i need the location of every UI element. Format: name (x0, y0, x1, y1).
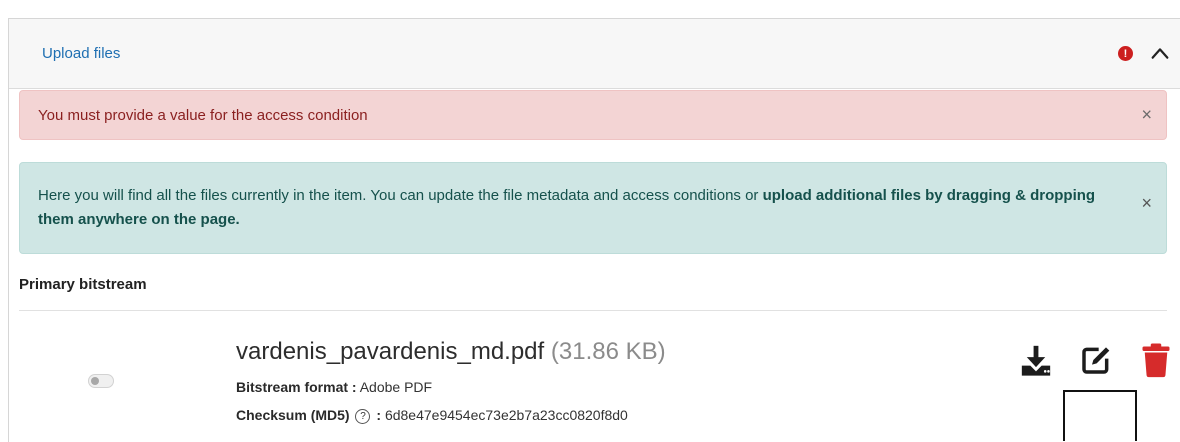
panel-title[interactable]: Upload files (42, 45, 120, 62)
edit-icon (1082, 347, 1110, 374)
download-button[interactable] (1016, 340, 1056, 380)
download-icon (1021, 345, 1051, 376)
primary-bitstream-label: Primary bitstream (19, 276, 147, 293)
highlight-box (1063, 390, 1137, 441)
bitstream-format-value: Adobe PDF (359, 379, 433, 395)
checksum: Checksum (MD5) ? : 6d8e47e9454ec73e2b7a2… (236, 407, 628, 424)
edit-button[interactable] (1076, 340, 1116, 380)
bitstream-format: Bitstream format : Adobe PDF (236, 379, 432, 395)
delete-button[interactable] (1136, 340, 1176, 380)
checksum-label: Checksum (MD5) (236, 407, 350, 423)
checksum-value: 6d8e47e9454ec73e2b7a23cc0820f8d0 (384, 407, 628, 423)
close-icon[interactable]: × (1141, 191, 1152, 215)
alert-info-text-regular: Here you will find all the files current… (38, 187, 763, 204)
file-name: vardenis_pavardenis_md.pdf (236, 338, 545, 365)
alert-danger-text: You must provide a value for the access … (38, 106, 368, 124)
alert-info-text: Here you will find all the files current… (38, 184, 1126, 232)
file-size: (31.86 KB) (550, 338, 666, 365)
question-circle-icon[interactable]: ? (355, 409, 371, 424)
trash-icon (1142, 343, 1170, 378)
access-condition-alert: You must provide a value for the access … (19, 90, 1167, 140)
error-icon: ! (1118, 46, 1133, 61)
primary-bitstream-toggle[interactable] (88, 374, 114, 388)
close-icon[interactable]: × (1141, 105, 1152, 126)
panel-header-actions: ! (1118, 43, 1171, 65)
file-title: vardenis_pavardenis_md.pdf (31.86 KB) (236, 338, 666, 366)
panel-header[interactable]: Upload files ! (9, 19, 1180, 89)
checksum-separator: : (376, 407, 382, 423)
divider (19, 310, 1167, 311)
bitstream-format-label: Bitstream format : (236, 379, 357, 395)
toggle-knob (91, 377, 99, 385)
file-actions (1016, 340, 1176, 380)
files-info-alert: Here you will find all the files current… (19, 162, 1167, 254)
chevron-up-icon[interactable] (1149, 43, 1171, 65)
